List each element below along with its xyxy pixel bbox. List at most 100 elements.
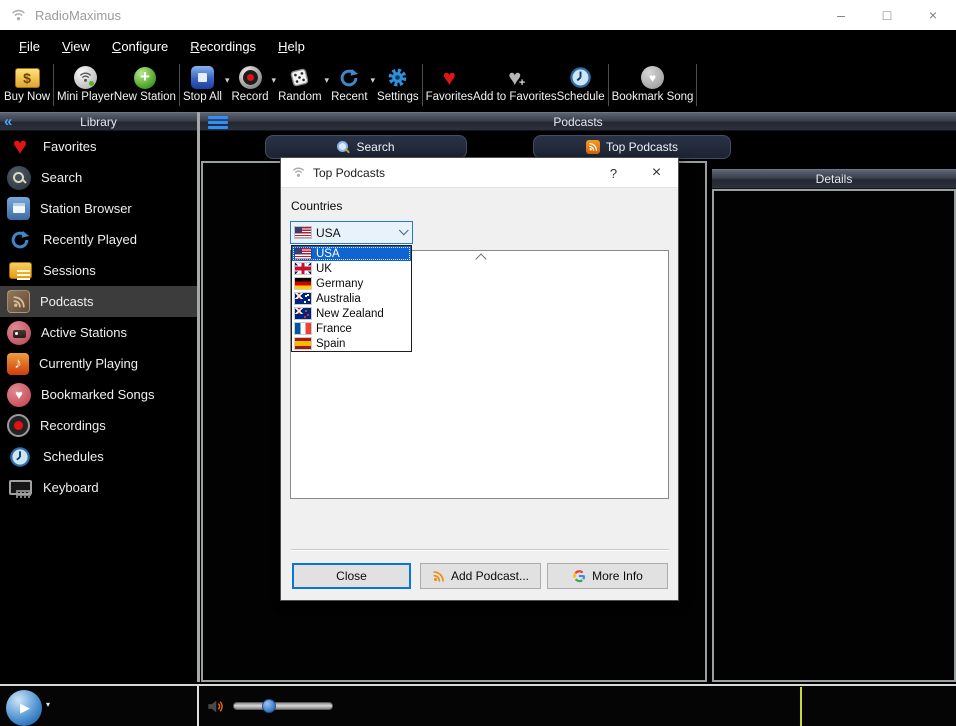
dropdown-option-spain[interactable]: Spain bbox=[292, 336, 411, 351]
sidebar-item-recordings[interactable]: Recordings bbox=[0, 410, 197, 441]
random-dropdown-arrow[interactable]: ▾ bbox=[325, 75, 330, 86]
dropdown-option-germany[interactable]: Germany bbox=[292, 276, 411, 291]
window-browser-icon bbox=[7, 197, 30, 220]
dropdown-option-australia[interactable]: Australia bbox=[292, 291, 411, 306]
menu-bar: File View Configure Recordings Help bbox=[0, 30, 956, 62]
dropdown-option-new-zealand[interactable]: New Zealand bbox=[292, 306, 411, 321]
podcasts-panel-title: Podcasts bbox=[553, 115, 602, 129]
tab-top-podcasts[interactable]: Top Podcasts bbox=[533, 135, 731, 159]
random-button[interactable]: Random ▾ bbox=[278, 62, 331, 108]
sidebar-item-currently-playing[interactable]: Currently Playing bbox=[0, 348, 197, 379]
collapse-sidebar-icon[interactable] bbox=[4, 113, 12, 130]
recent-dropdown-arrow[interactable]: ▾ bbox=[371, 75, 376, 86]
sidebar-item-search[interactable]: Search bbox=[0, 162, 197, 193]
usa-flag-icon bbox=[295, 248, 311, 259]
dropdown-option-uk[interactable]: UK bbox=[292, 261, 411, 276]
speaker-icon[interactable] bbox=[206, 697, 225, 716]
new-zealand-flag-icon bbox=[295, 308, 311, 319]
rss-icon bbox=[432, 570, 445, 583]
minimize-button[interactable]: – bbox=[818, 0, 864, 30]
record-dot-icon bbox=[7, 414, 30, 437]
close-dialog-button[interactable]: Close bbox=[292, 563, 411, 589]
bottom-bar bbox=[0, 686, 956, 726]
dialog-help-button[interactable]: ? bbox=[592, 158, 635, 188]
toolbar-separator bbox=[422, 64, 423, 106]
sidebar-item-recently-played[interactable]: Recently Played bbox=[0, 224, 197, 255]
stop-all-icon bbox=[191, 66, 214, 89]
play-button[interactable] bbox=[6, 690, 42, 726]
toolbar-separator bbox=[696, 64, 697, 106]
radiomaximus-window: RadioMaximus – □ × File View Configure R… bbox=[0, 0, 956, 726]
level-meter-line bbox=[800, 687, 802, 726]
dropdown-option-usa[interactable]: USA bbox=[292, 246, 411, 261]
record-dropdown-arrow[interactable]: ▾ bbox=[272, 75, 277, 86]
france-flag-icon bbox=[295, 323, 311, 334]
recent-button[interactable]: Recent ▾ bbox=[331, 62, 377, 108]
new-station-button[interactable]: New Station bbox=[114, 62, 176, 108]
australia-flag-icon bbox=[295, 293, 311, 304]
chevron-down-icon bbox=[399, 225, 409, 235]
sidebar-item-sessions[interactable]: Sessions bbox=[0, 255, 197, 286]
favorites-button[interactable]: Favorites bbox=[426, 62, 473, 108]
buy-now-button[interactable]: Buy Now bbox=[4, 62, 50, 108]
combobox-value: USA bbox=[316, 226, 341, 240]
sidebar-item-bookmarked-songs[interactable]: Bookmarked Songs bbox=[0, 379, 197, 410]
rss-podcast-icon bbox=[7, 290, 30, 313]
maximize-button[interactable]: □ bbox=[864, 0, 910, 30]
add-podcast-button[interactable]: Add Podcast... bbox=[420, 563, 541, 589]
toolbar-separator bbox=[608, 64, 609, 106]
search-icon bbox=[7, 166, 31, 190]
hamburger-menu-icon[interactable] bbox=[208, 116, 228, 129]
toolbar-separator bbox=[53, 64, 54, 106]
menu-recordings[interactable]: Recordings bbox=[179, 33, 267, 60]
dialog-titlebar: Top Podcasts ? × bbox=[281, 158, 678, 188]
clock-icon bbox=[7, 444, 33, 470]
mini-player-button[interactable]: Mini Player bbox=[57, 62, 114, 108]
chevron-up-icon[interactable] bbox=[475, 253, 486, 264]
sidebar-splitter[interactable] bbox=[197, 112, 200, 682]
dialog-title: Top Podcasts bbox=[313, 166, 385, 180]
bottom-bar-separator bbox=[197, 686, 199, 726]
sidebar-item-podcasts[interactable]: Podcasts bbox=[0, 286, 197, 317]
stop-all-dropdown-arrow[interactable]: ▾ bbox=[225, 75, 230, 86]
details-panel-title: Details bbox=[816, 172, 853, 186]
library-sidebar: Favorites Search Station Browser Recentl… bbox=[0, 131, 197, 682]
top-podcasts-dialog: Top Podcasts ? × Countries USA USA UK bbox=[280, 157, 679, 601]
more-info-button[interactable]: More Info bbox=[547, 563, 668, 589]
close-button[interactable]: × bbox=[910, 0, 956, 30]
menu-file[interactable]: File bbox=[8, 33, 51, 60]
sidebar-item-keyboard[interactable]: Keyboard bbox=[0, 472, 197, 503]
sidebar-item-schedules[interactable]: Schedules bbox=[0, 441, 197, 472]
countries-combobox[interactable]: USA bbox=[290, 221, 413, 244]
library-header: Library bbox=[0, 112, 197, 131]
settings-button[interactable]: Settings bbox=[377, 62, 419, 108]
sidebar-item-station-browser[interactable]: Station Browser bbox=[0, 193, 197, 224]
window-title: RadioMaximus bbox=[35, 8, 121, 23]
clock-icon bbox=[569, 66, 592, 89]
menu-help[interactable]: Help bbox=[267, 33, 316, 60]
usa-flag-icon bbox=[295, 227, 311, 238]
spain-flag-icon bbox=[295, 338, 311, 349]
stop-all-button[interactable]: Stop All ▾ bbox=[183, 62, 232, 108]
new-station-icon bbox=[134, 67, 156, 89]
bookmark-heart-icon bbox=[641, 66, 664, 89]
add-to-favorites-button[interactable]: Add to Favorites bbox=[473, 62, 557, 108]
sidebar-item-favorites[interactable]: Favorites bbox=[0, 131, 197, 162]
tab-search[interactable]: Search bbox=[265, 135, 467, 159]
schedule-button[interactable]: Schedule bbox=[557, 62, 605, 108]
sidebar-item-active-stations[interactable]: Active Stations bbox=[0, 317, 197, 348]
menu-view[interactable]: View bbox=[51, 33, 101, 60]
dialog-close-icon[interactable]: × bbox=[635, 158, 678, 188]
volume-slider-thumb[interactable] bbox=[262, 699, 276, 713]
bookmark-song-button[interactable]: Bookmark Song bbox=[612, 62, 694, 108]
countries-dropdown: USA UK Germany Australia New Zealand Fra… bbox=[291, 245, 412, 352]
record-button[interactable]: Record ▾ bbox=[231, 62, 278, 108]
menu-configure[interactable]: Configure bbox=[101, 33, 179, 60]
dice-icon bbox=[288, 66, 311, 89]
volume-slider-track[interactable] bbox=[233, 702, 333, 710]
dropdown-option-france[interactable]: France bbox=[292, 321, 411, 336]
play-dropdown-arrow[interactable]: ▾ bbox=[46, 700, 50, 709]
rss-icon bbox=[586, 140, 600, 154]
toolbar: Buy Now Mini Player New Station Stop All… bbox=[0, 62, 956, 108]
uk-flag-icon bbox=[295, 263, 311, 274]
